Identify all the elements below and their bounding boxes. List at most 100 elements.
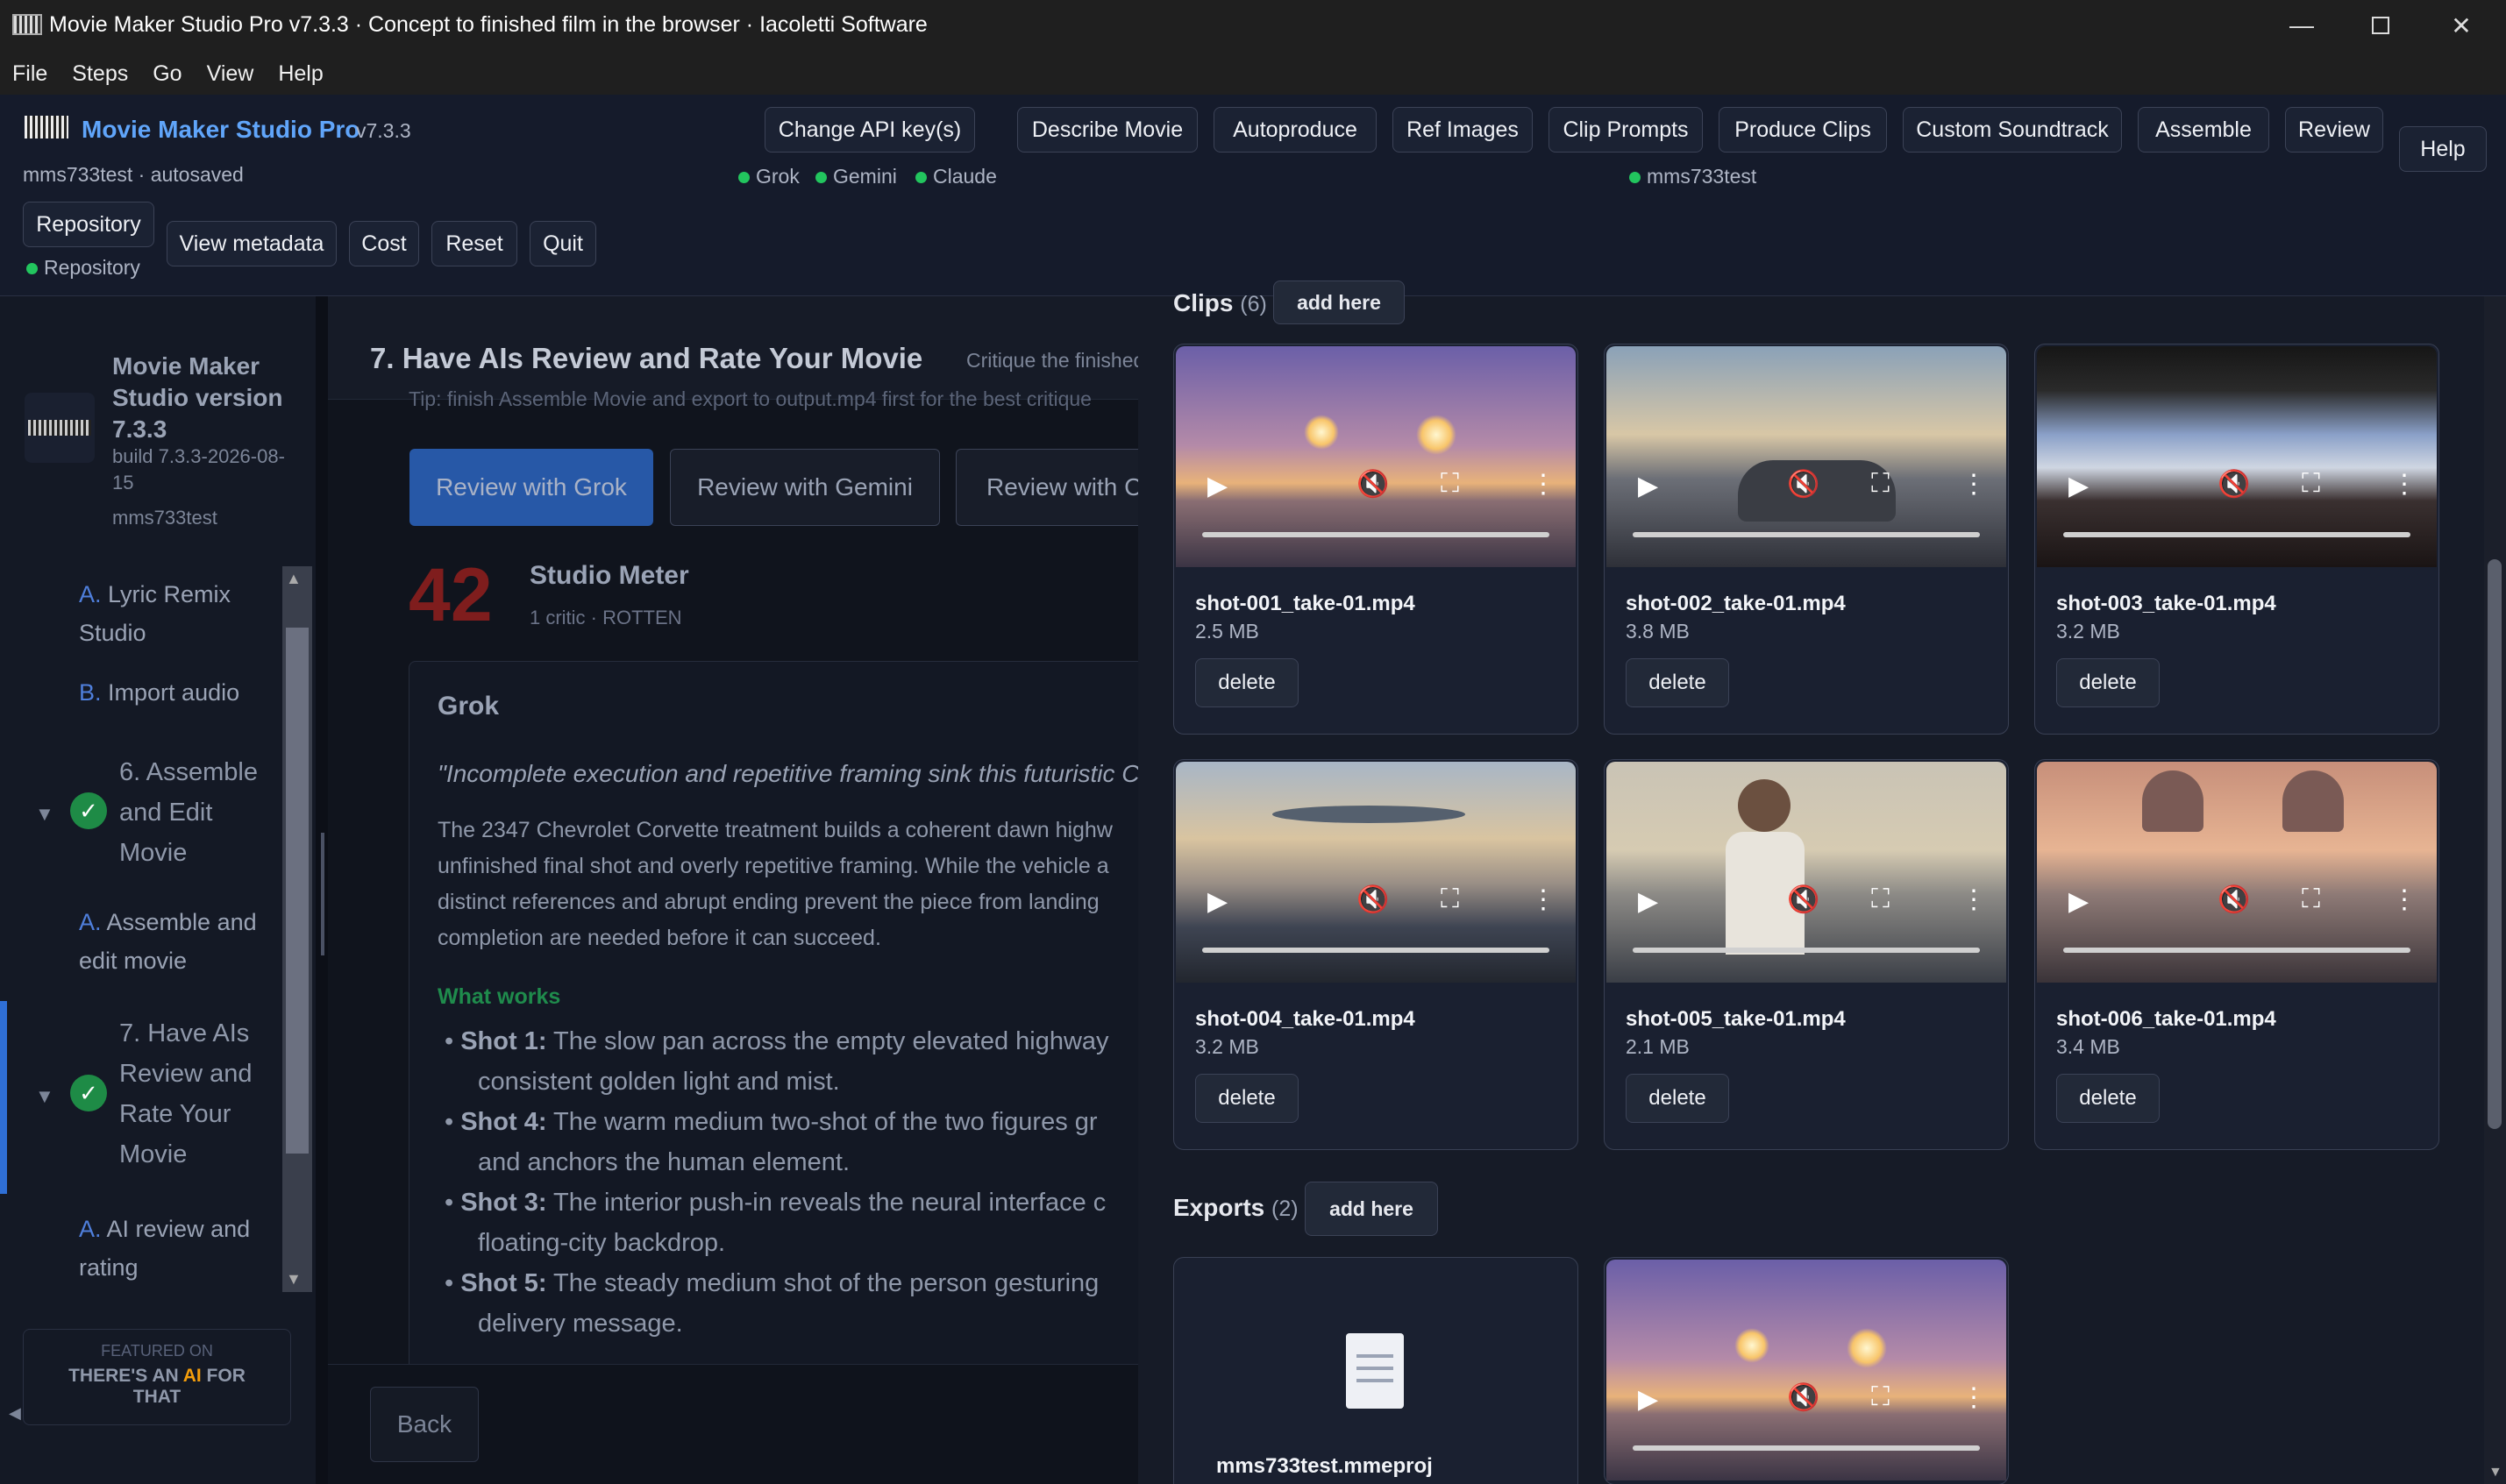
- clip-video-6[interactable]: ▶ 🔇 ⛶ ⋮: [2037, 762, 2437, 983]
- export-card-project[interactable]: mms733test.mmeproj: [1173, 1257, 1578, 1484]
- more-icon[interactable]: ⋮: [1530, 469, 1556, 500]
- sidebar-item-import-audio[interactable]: B. Import audio: [79, 673, 272, 712]
- mute-icon[interactable]: 🔇: [1356, 469, 1389, 500]
- play-icon[interactable]: ▶: [2068, 471, 2089, 501]
- mute-icon[interactable]: 🔇: [1787, 884, 1819, 915]
- fullscreen-icon[interactable]: ⛶: [1871, 1382, 1890, 1412]
- progress-bar[interactable]: [2063, 948, 2410, 953]
- more-icon[interactable]: ⋮: [2391, 884, 2417, 915]
- minimize-icon[interactable]: —: [2262, 5, 2341, 46]
- play-icon[interactable]: ▶: [1638, 471, 1658, 501]
- close-icon[interactable]: ✕: [2422, 5, 2501, 46]
- fullscreen-icon[interactable]: ⛶: [1441, 469, 1459, 499]
- meter-subtitle: 1 critic · ROTTEN: [530, 607, 682, 628]
- help-button[interactable]: Help: [2399, 126, 2487, 172]
- mute-icon[interactable]: 🔇: [1787, 1382, 1819, 1413]
- sidebar-step-assemble[interactable]: 6. Assemble and Edit Movie: [119, 752, 268, 873]
- play-icon[interactable]: ▶: [1207, 886, 1228, 917]
- scroll-up-icon[interactable]: ▲: [286, 570, 302, 588]
- step-clip-prompts[interactable]: Clip Prompts: [1548, 107, 1703, 153]
- delete-button[interactable]: delete: [1195, 658, 1299, 707]
- step-describe-movie[interactable]: Describe Movie: [1017, 107, 1198, 153]
- play-icon[interactable]: ▶: [1638, 1384, 1658, 1415]
- menu-help[interactable]: Help: [278, 61, 323, 87]
- collapse-icon[interactable]: ▼: [35, 803, 54, 826]
- delete-button[interactable]: delete: [2056, 658, 2160, 707]
- clip-video-4[interactable]: ▶ 🔇 ⛶ ⋮: [1176, 762, 1576, 983]
- menu-view[interactable]: View: [207, 61, 254, 87]
- media-scrollbar[interactable]: ▼: [2484, 296, 2506, 1484]
- sidebar-step-review[interactable]: 7. Have AIs Review and Rate Your Movie: [119, 1013, 268, 1175]
- progress-bar[interactable]: [1202, 532, 1549, 537]
- mute-icon[interactable]: 🔇: [2218, 469, 2250, 500]
- menu-go[interactable]: Go: [153, 61, 182, 87]
- menu-steps[interactable]: Steps: [72, 61, 128, 87]
- scroll-thumb[interactable]: [286, 628, 309, 1154]
- change-api-button[interactable]: Change API key(s): [765, 107, 975, 153]
- play-icon[interactable]: ▶: [2068, 886, 2089, 917]
- clips-add-here-button[interactable]: add here: [1273, 280, 1405, 324]
- collapse-icon[interactable]: ▼: [35, 1085, 54, 1108]
- reset-button[interactable]: Reset: [431, 221, 517, 266]
- mute-icon[interactable]: 🔇: [1356, 884, 1389, 915]
- step-assemble[interactable]: Assemble: [2138, 107, 2269, 153]
- more-icon[interactable]: ⋮: [2391, 469, 2417, 500]
- fullscreen-icon[interactable]: ⛶: [1441, 884, 1459, 914]
- more-icon[interactable]: ⋮: [1530, 884, 1556, 915]
- scroll-thumb[interactable]: [2488, 559, 2502, 1129]
- delete-button[interactable]: delete: [2056, 1074, 2160, 1123]
- fullscreen-icon[interactable]: ⛶: [2302, 884, 2320, 914]
- step-review[interactable]: Review: [2285, 107, 2383, 153]
- provider-gemini: Gemini: [815, 165, 897, 188]
- featured-badge[interactable]: FEATURED ON THERE'S AN AI FOR THAT: [23, 1329, 291, 1425]
- review-gemini-button[interactable]: Review with Gemini: [670, 449, 940, 526]
- active-indicator: [0, 1001, 7, 1194]
- more-icon[interactable]: ⋮: [1961, 884, 1987, 915]
- fullscreen-icon[interactable]: ⛶: [2302, 469, 2320, 499]
- progress-bar[interactable]: [1633, 948, 1980, 953]
- cost-button[interactable]: Cost: [349, 221, 419, 266]
- export-video[interactable]: ▶ 🔇 ⛶ ⋮: [1606, 1260, 2006, 1480]
- more-icon[interactable]: ⋮: [1961, 1382, 1987, 1413]
- sidebar-item-lyric-remix[interactable]: A. Lyric Remix Studio: [79, 575, 272, 652]
- critic-quote: "Incomplete execution and repetitive fra…: [438, 760, 1154, 787]
- fullscreen-icon[interactable]: ⛶: [1871, 469, 1890, 499]
- progress-bar[interactable]: [1633, 532, 1980, 537]
- mute-icon[interactable]: 🔇: [1787, 469, 1819, 500]
- progress-bar[interactable]: [2063, 532, 2410, 537]
- back-button[interactable]: Back: [370, 1387, 479, 1462]
- exports-add-here-button[interactable]: add here: [1305, 1182, 1438, 1236]
- clip-video-5[interactable]: ▶ 🔇 ⛶ ⋮: [1606, 762, 2006, 983]
- clip-video-3[interactable]: ▶ 🔇 ⛶ ⋮: [2037, 346, 2437, 567]
- fullscreen-icon[interactable]: ⛶: [1871, 884, 1890, 914]
- step-autoproduce[interactable]: Autoproduce: [1214, 107, 1377, 153]
- menu-file[interactable]: File: [12, 61, 47, 87]
- delete-button[interactable]: delete: [1195, 1074, 1299, 1123]
- scroll-down-icon[interactable]: ▼: [286, 1270, 302, 1289]
- progress-bar[interactable]: [1633, 1445, 1980, 1451]
- view-metadata-button[interactable]: View metadata: [167, 221, 337, 266]
- resize-handle[interactable]: [321, 833, 324, 955]
- step-custom-soundtrack[interactable]: Custom Soundtrack: [1903, 107, 2122, 153]
- progress-bar[interactable]: [1202, 948, 1549, 953]
- quit-button[interactable]: Quit: [530, 221, 596, 266]
- repository-button[interactable]: Repository: [23, 202, 154, 247]
- delete-button[interactable]: delete: [1626, 658, 1729, 707]
- sidebar-scrollbar[interactable]: ▲ ▼: [282, 566, 312, 1292]
- play-icon[interactable]: ▶: [1638, 886, 1658, 917]
- scroll-down-icon[interactable]: ▼: [2488, 1465, 2502, 1480]
- review-claude-button[interactable]: Review with C: [956, 449, 1138, 526]
- review-grok-button[interactable]: Review with Grok: [409, 449, 653, 526]
- play-icon[interactable]: ▶: [1207, 471, 1228, 501]
- sidebar-item-assemble-edit[interactable]: A. Assemble and edit movie: [79, 903, 272, 980]
- step-produce-clips[interactable]: Produce Clips: [1719, 107, 1887, 153]
- mute-icon[interactable]: 🔇: [2218, 884, 2250, 915]
- more-icon[interactable]: ⋮: [1961, 469, 1987, 500]
- sidebar-item-ai-review[interactable]: A. AI review and rating: [79, 1210, 272, 1287]
- clip-video-1[interactable]: ▶ 🔇 ⛶ ⋮: [1176, 346, 1576, 567]
- maximize-icon[interactable]: [2341, 5, 2420, 46]
- delete-button[interactable]: delete: [1626, 1074, 1729, 1123]
- step-ref-images[interactable]: Ref Images: [1392, 107, 1533, 153]
- collapse-sidebar-icon[interactable]: ◀: [9, 1404, 21, 1423]
- clip-video-2[interactable]: ▶ 🔇 ⛶ ⋮: [1606, 346, 2006, 567]
